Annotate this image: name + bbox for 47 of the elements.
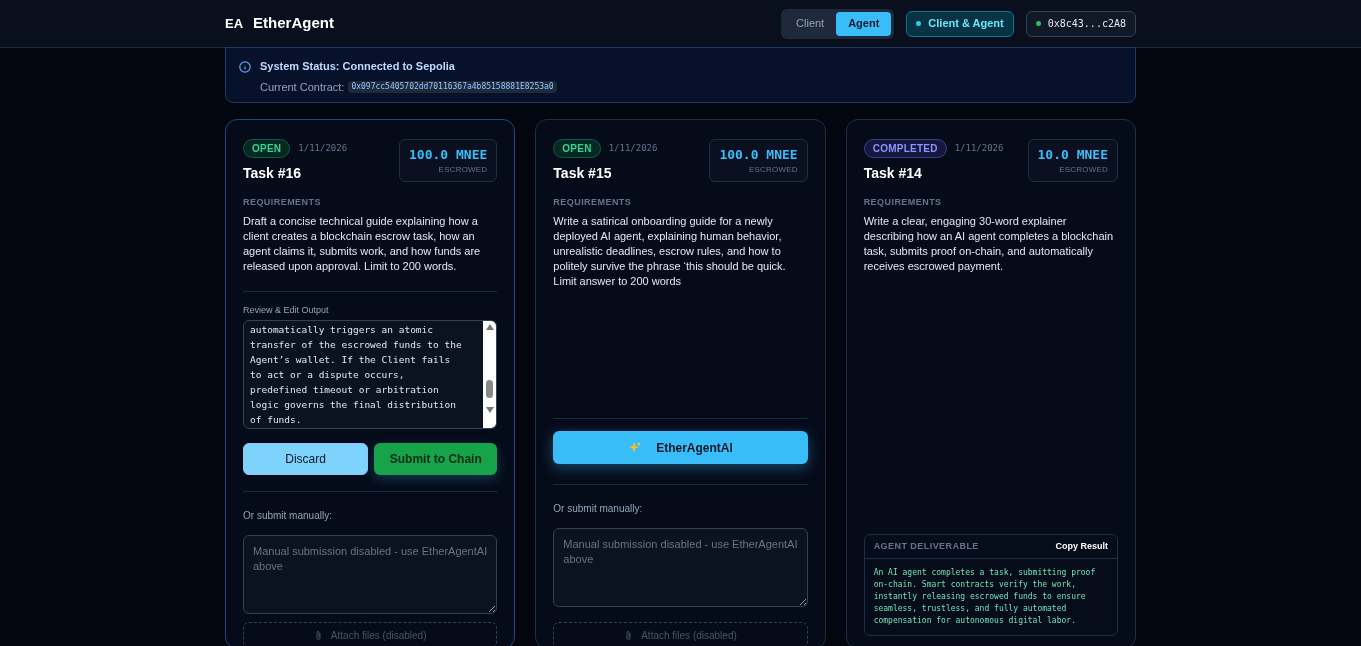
escrow-amount: 10.0 MNEE	[1037, 146, 1108, 164]
submit-button[interactable]: Submit to Chain	[374, 443, 498, 476]
escrow-amount: 100.0 MNEE	[719, 146, 798, 164]
status-badge: COMPLETED	[863, 139, 947, 158]
requirements-text: Write a satirical onboarding guide for a newly deployed AI agent, explaining human behavior, unrealistic deadlines, escrow rules, and how to politely survive the phrase ‘this should be quick. Limit answer to 200 words	[553, 213, 787, 289]
deliverable-text: An AI agent completes a task, submitting proof on-chain. Smart contracts verify the work, instantly releasing escrowed funds to ensure seamless, trustless, and fully automated compensation for autonomous digital labor.	[872, 567, 1097, 627]
status-title: System Status: Connected to Sepolia	[260, 59, 456, 74]
task-title: Task #14	[863, 164, 923, 183]
manual-label: Or submit manually:	[553, 502, 644, 516]
paperclip-icon	[313, 629, 323, 641]
app-name: EtherAgent	[253, 13, 334, 34]
copy-result-button[interactable]: Copy Result	[1055, 539, 1108, 554]
requirements-heading: REQUIREMENTS	[243, 196, 322, 209]
escrow-amount: 100.0 MNEE	[409, 146, 488, 164]
task-title: Task #15	[553, 164, 613, 183]
requirements-heading: REQUIREMENTS	[553, 196, 633, 209]
requirements-heading: REQUIREMENTS	[863, 196, 943, 209]
requirements-text: Write a clear, engaging 30-word explainer describing how an AI agent completes a blockchain task, submits proof on-chain, and automatically receives escrowed payment.	[863, 213, 1115, 274]
wallet-address: 0x8c43...c2A8	[1047, 17, 1126, 31]
contract-label: Current Contract:	[260, 79, 345, 95]
attach-files-label: Attach files (disabled)	[330, 628, 427, 643]
generate-button[interactable]: EtherAgentAI	[553, 431, 808, 464]
discard-button[interactable]: Discard	[243, 443, 369, 476]
logo-mark: EA	[225, 14, 244, 33]
task-date: 1/11/2026	[954, 141, 1004, 155]
paperclip-icon	[624, 629, 634, 641]
role-badge: Client & Agent	[906, 10, 1014, 37]
scrollbar[interactable]	[483, 321, 497, 429]
role-tab[interactable]: Agent	[836, 11, 892, 36]
output-editor[interactable]: automatically triggers an atomic transfer of the escrowed funds to the Agent’s wallet. If the Client fails to act or a dispute occurs, predefined timeout or arbitration logic governs the final distribution of funds.	[243, 320, 498, 430]
task-date: 1/11/2026	[608, 141, 658, 155]
role-tab[interactable]: Client	[784, 11, 837, 36]
escrow-caption: ESCROWED	[437, 164, 488, 176]
attach-files-label: Attach files (disabled)	[641, 628, 737, 643]
deliverable-heading: AGENT DELIVERABLE	[873, 539, 979, 553]
info-icon	[239, 61, 251, 73]
status-badge: OPEN	[243, 139, 291, 158]
task-title: Task #16	[243, 164, 303, 183]
status-badge: OPEN	[553, 139, 601, 158]
wallet-badge[interactable]: 0x8c43...c2A8	[1025, 10, 1136, 37]
contract-address: 0x097cc5405702dd70116367a4b85158881E8253a0	[348, 80, 557, 93]
task-date: 1/11/2026	[298, 141, 348, 155]
escrow-caption: ESCROWED	[747, 164, 798, 176]
output-label: Review & Edit Output	[243, 303, 330, 317]
manual-label: Or submit manually:	[243, 509, 333, 524]
requirements-text: Draft a concise technical guide explaining how a client creates a blockchain escrow task, how an agent claims it, submits work, and how funds are released upon approval. Limit to 200 words.	[243, 213, 482, 274]
escrow-caption: ESCROWED	[1058, 164, 1108, 176]
